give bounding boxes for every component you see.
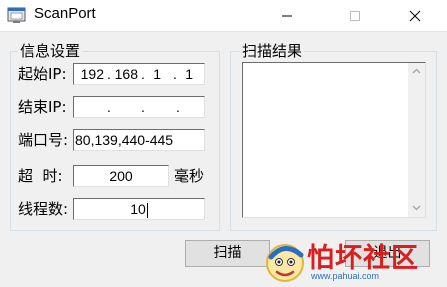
end-ip-label: 结束IP: — [18, 98, 67, 116]
start-ip-field[interactable]: 192 . 168 . 1 . 1 — [73, 63, 205, 85]
maximize-icon — [350, 11, 360, 21]
title-bar[interactable]: ScanPort — [0, 0, 447, 31]
timeout-unit-label: 毫秒 — [174, 167, 205, 185]
minimize-icon — [282, 15, 292, 17]
watermark-url: www.pahuai.com — [311, 271, 380, 281]
ports-input[interactable]: 80,139,440-445 — [73, 129, 205, 151]
end-ip-octet-4[interactable] — [179, 97, 201, 117]
ports-label: 端口号: — [18, 131, 69, 149]
window-title: ScanPort — [34, 5, 96, 22]
end-ip-octet-2[interactable] — [110, 97, 138, 117]
threads-input[interactable]: 10 — [73, 198, 205, 220]
chevron-down-icon — [412, 205, 421, 211]
watermark-text: 怕坏社区 — [307, 243, 419, 274]
app-window-icon — [7, 6, 27, 25]
watermark: 怕坏社区 www.pahuai.com — [263, 233, 447, 287]
start-ip-octet-1[interactable]: 192 — [76, 64, 104, 84]
scroll-up-button[interactable] — [408, 63, 425, 80]
start-ip-octet-2[interactable]: 168 — [110, 64, 138, 84]
settings-group-title: 信息设置 — [18, 42, 83, 60]
maximize-button[interactable] — [332, 0, 378, 31]
end-ip-octet-1[interactable] — [76, 97, 104, 117]
text-caret — [146, 202, 148, 218]
start-ip-label: 起始IP: — [18, 65, 67, 83]
start-ip-octet-3[interactable]: 1 — [144, 64, 161, 84]
timeout-input[interactable]: 200 — [73, 165, 169, 187]
end-ip-octet-3[interactable] — [144, 97, 172, 117]
results-listbox[interactable] — [242, 62, 426, 218]
start-ip-octet-4[interactable]: 1 — [176, 64, 193, 84]
close-icon — [409, 10, 421, 22]
results-scrollbar[interactable] — [408, 63, 425, 217]
watermark-logo-icon — [266, 244, 304, 282]
threads-value: 10 — [130, 201, 146, 217]
scroll-down-button[interactable] — [408, 200, 425, 217]
timeout-label: 超 时: — [18, 167, 63, 185]
minimize-button[interactable] — [264, 0, 310, 31]
threads-label: 线程数: — [18, 200, 69, 218]
scan-button[interactable]: 扫描 — [185, 240, 270, 267]
chevron-up-icon — [412, 68, 421, 74]
close-button[interactable] — [392, 0, 438, 31]
end-ip-field[interactable]: . . . — [73, 96, 205, 118]
results-group-title: 扫描结果 — [240, 42, 305, 60]
